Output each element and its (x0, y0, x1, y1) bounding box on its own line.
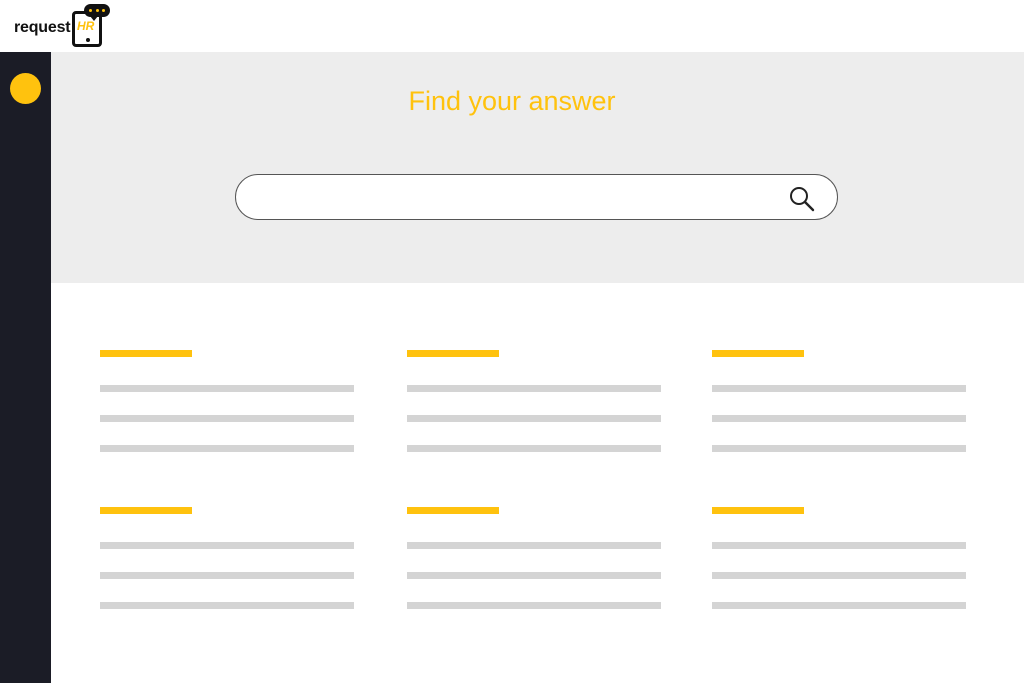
card-title[interactable] (100, 507, 192, 514)
logo-text: request (14, 19, 71, 36)
page-title: Find your answer (408, 86, 616, 116)
article-card[interactable] (712, 350, 966, 460)
card-line (100, 542, 354, 549)
card-line (407, 572, 661, 579)
card-line (712, 602, 966, 609)
card-title[interactable] (407, 350, 499, 357)
search-input[interactable] (256, 183, 776, 211)
phone-button-icon (86, 38, 90, 42)
card-line (712, 542, 966, 549)
card-line (100, 385, 354, 392)
article-card[interactable] (100, 350, 354, 460)
card-title[interactable] (712, 507, 804, 514)
sidebar-item-home[interactable] (10, 73, 41, 104)
card-line (712, 445, 966, 452)
card-line (100, 415, 354, 422)
card-title[interactable] (100, 350, 192, 357)
search-icon[interactable] (788, 185, 816, 213)
chat-bubble-icon (84, 4, 110, 21)
card-line (100, 445, 354, 452)
card-line (407, 385, 661, 392)
article-card[interactable] (407, 350, 661, 460)
card-line (407, 445, 661, 452)
article-card[interactable] (712, 507, 966, 617)
card-line (712, 385, 966, 392)
article-grid (51, 283, 1024, 683)
sidebar (0, 52, 51, 683)
top-bar: request HR (0, 0, 1024, 52)
card-line (712, 415, 966, 422)
article-card[interactable] (407, 507, 661, 617)
logo-badge-text: HR (77, 19, 95, 33)
search-bar[interactable] (235, 174, 838, 220)
card-line (407, 415, 661, 422)
card-line (712, 572, 966, 579)
article-card[interactable] (100, 507, 354, 617)
card-line (407, 542, 661, 549)
logo[interactable]: request HR (14, 4, 124, 48)
hero-section: Find your answer (51, 52, 1024, 283)
card-title[interactable] (712, 350, 804, 357)
card-title[interactable] (407, 507, 499, 514)
card-line (100, 602, 354, 609)
card-line (407, 602, 661, 609)
card-line (100, 572, 354, 579)
